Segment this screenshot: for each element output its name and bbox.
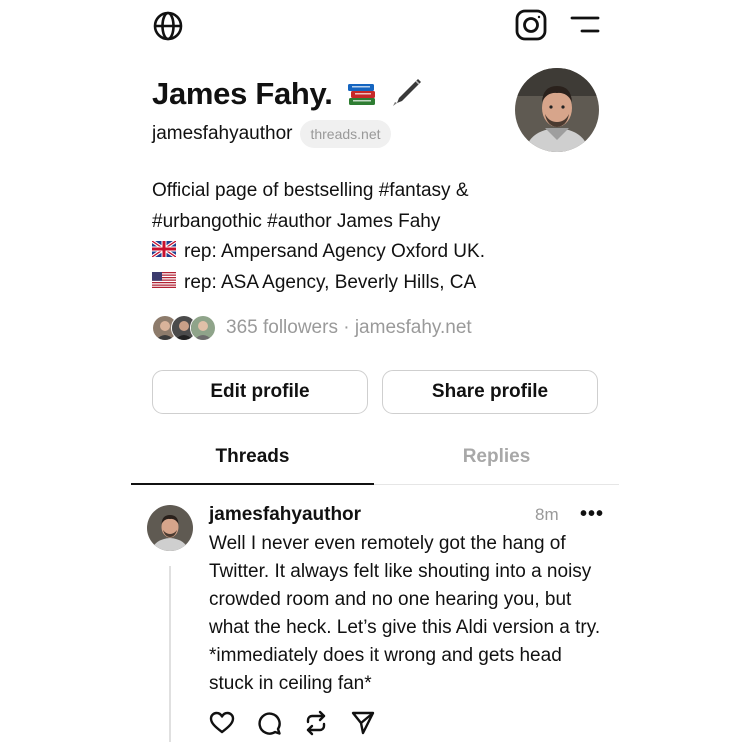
profile-handle: jamesfahyauthor xyxy=(152,123,293,144)
comment-icon[interactable] xyxy=(256,710,282,741)
active-tab-indicator xyxy=(131,483,374,485)
bio-text: Official page of bestselling #fantasy & xyxy=(152,180,469,201)
instagram-icon[interactable] xyxy=(514,8,548,42)
profile-avatar[interactable] xyxy=(515,68,599,152)
post-avatar[interactable] xyxy=(147,505,193,551)
post-username[interactable]: jamesfahyauthor xyxy=(209,504,361,526)
bio-line: #urbangothic #author James Fahy xyxy=(152,207,485,238)
domain-chip[interactable]: threads.net xyxy=(300,120,391,148)
us-flag-icon xyxy=(152,268,176,299)
profile-name: James Fahy. xyxy=(152,76,333,111)
books-emoji xyxy=(347,80,377,116)
tab-threads[interactable]: Threads xyxy=(131,446,374,468)
bio-text: #urbangothic #author James Fahy xyxy=(152,210,441,232)
share-profile-button[interactable]: Share profile xyxy=(382,370,598,414)
follower-avatar xyxy=(190,315,216,341)
post-timestamp: 8m xyxy=(535,505,559,524)
bio-text: rep: Ampersand Agency Oxford UK. xyxy=(184,241,485,262)
heart-icon[interactable] xyxy=(209,711,235,740)
repost-icon[interactable] xyxy=(303,710,329,741)
tab-replies[interactable]: Replies xyxy=(374,446,619,468)
bio-line: rep: ASA Agency, Beverly Hills, CA xyxy=(152,268,485,299)
bio-line: rep: Ampersand Agency Oxford UK. xyxy=(151,237,485,268)
profile-name-row: James Fahy. xyxy=(152,76,423,116)
follower-avatars xyxy=(152,315,216,341)
fountain-pen-emoji xyxy=(391,76,423,116)
send-icon[interactable] xyxy=(350,710,376,741)
post-text: Well I never even remotely got the hang … xyxy=(209,533,601,694)
edit-profile-button[interactable]: Edit profile xyxy=(152,370,368,414)
followers-row[interactable]: 365 followers · jamesfahy.net xyxy=(152,315,472,341)
thread-line xyxy=(169,566,171,742)
uk-flag-icon xyxy=(151,237,177,268)
menu-icon[interactable] xyxy=(570,15,600,35)
profile-bio: Official page of bestselling #fantasy & … xyxy=(151,176,485,299)
post-actions xyxy=(209,710,376,741)
more-options-icon[interactable]: ••• xyxy=(580,503,604,526)
followers-text[interactable]: 365 followers · jamesfahy.net xyxy=(226,317,472,339)
handle-row: jamesfahyauthor threads.net xyxy=(152,120,391,148)
globe-icon[interactable] xyxy=(152,10,184,42)
bio-line: Official page of bestselling #fantasy & xyxy=(152,176,485,207)
bio-text: rep: ASA Agency, Beverly Hills, CA xyxy=(184,271,477,293)
